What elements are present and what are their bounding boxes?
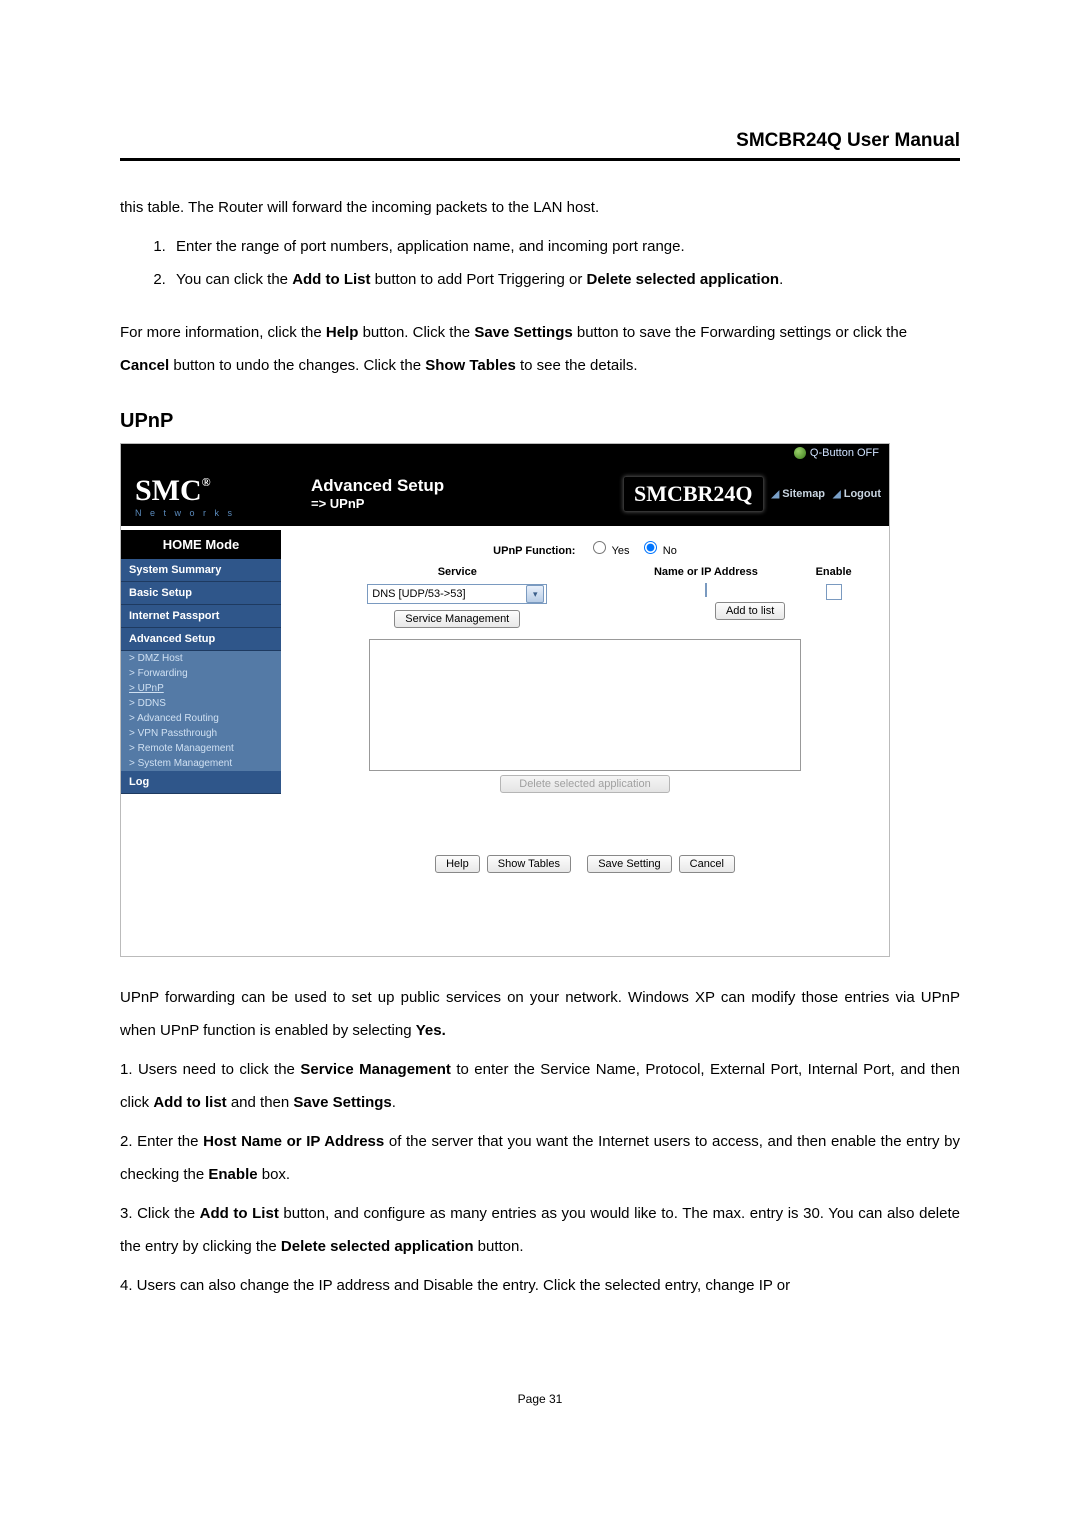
service-management-button[interactable]: Service Management: [394, 610, 520, 628]
service-table: Service Name or IP Address Enable DNS [U…: [301, 563, 869, 633]
intro-line: this table. The Router will forward the …: [120, 191, 960, 224]
arrow-icon: ◢: [833, 489, 841, 500]
help-button[interactable]: Help: [435, 855, 480, 873]
arrow-icon: ◢: [772, 489, 780, 500]
followup-paragraph: For more information, click the Help but…: [120, 316, 960, 382]
qbutton-row: Q-Button OFF: [121, 444, 889, 462]
model-badge: SMCBR24Q: [623, 476, 764, 512]
th-service: Service: [301, 563, 614, 581]
sidebar-sub-upnp[interactable]: > UPnP: [121, 681, 281, 696]
save-setting-button[interactable]: Save Setting: [587, 855, 671, 873]
radio-no-input[interactable]: [644, 541, 657, 554]
breadcrumb: => UPnP: [311, 496, 444, 511]
upnp-description: UPnP forwarding can be used to set up pu…: [120, 981, 960, 1302]
manual-title: SMCBR24Q User Manual: [120, 130, 960, 161]
step-2: You can click the Add to List button to …: [170, 263, 960, 296]
radio-yes[interactable]: Yes: [588, 545, 630, 557]
bottom-buttons: Help Show Tables Save Setting Cancel: [301, 853, 869, 875]
sidebar-sub-system-management[interactable]: > System Management: [121, 756, 281, 771]
router-screenshot: Q-Button OFF SMC® N e t w o r k s Advanc…: [120, 443, 890, 957]
title-cell: Advanced Setup => UPnP SMCBR24Q ◢Sitemap…: [281, 462, 889, 526]
sidebar-sub-vpn-passthrough[interactable]: > VPN Passthrough: [121, 726, 281, 741]
radio-no[interactable]: No: [639, 545, 677, 557]
sidebar-item-system-summary[interactable]: System Summary: [121, 559, 281, 582]
show-tables-button[interactable]: Show Tables: [487, 855, 571, 873]
sidebar-sub-advanced-routing[interactable]: > Advanced Routing: [121, 711, 281, 726]
sidebar-sub-forwarding[interactable]: > Forwarding: [121, 666, 281, 681]
router-body: HOME Mode System Summary Basic Setup Int…: [121, 526, 889, 956]
service-select-value: DNS [UDP/53->53]: [372, 588, 465, 600]
delete-selected-button[interactable]: Delete selected application: [500, 775, 669, 793]
brand-logo: SMC®: [135, 476, 271, 506]
brand-subtext: N e t w o r k s: [135, 508, 271, 518]
sidebar-sub-dmz[interactable]: > DMZ Host: [121, 651, 281, 666]
radio-yes-input[interactable]: [593, 541, 606, 554]
title-left: Advanced Setup => UPnP: [311, 477, 444, 511]
sidebar-item-log[interactable]: Log: [121, 771, 281, 794]
sidebar: HOME Mode System Summary Basic Setup Int…: [121, 526, 281, 956]
router-header: SMC® N e t w o r k s Advanced Setup => U…: [121, 462, 889, 526]
add-to-list-button[interactable]: Add to list: [715, 602, 785, 620]
entries-listbox[interactable]: [369, 639, 801, 771]
qbutton-label[interactable]: Q-Button OFF: [810, 447, 879, 459]
upnp-function-row: UPnP Function: Yes No: [301, 538, 869, 557]
sidebar-home-mode[interactable]: HOME Mode: [121, 530, 281, 559]
upnp-p5: 4. Users can also change the IP address …: [120, 1269, 960, 1302]
th-name-ip: Name or IP Address: [614, 563, 799, 581]
logout-link[interactable]: ◢Logout: [833, 488, 881, 500]
sitemap-link[interactable]: ◢Sitemap: [772, 488, 826, 500]
name-ip-input[interactable]: [705, 583, 707, 597]
router-main: UPnP Function: Yes No Service Name or IP…: [281, 526, 889, 956]
page-footer: Page 31: [120, 1392, 960, 1406]
step-1: Enter the range of port numbers, applica…: [170, 230, 960, 263]
intro-block: this table. The Router will forward the …: [120, 191, 960, 382]
enable-checkbox[interactable]: [826, 584, 842, 600]
section-heading-upnp: UPnP: [120, 410, 960, 433]
logo-cell: SMC® N e t w o r k s: [121, 462, 281, 526]
upnp-p4: 3. Click the Add to List button, and con…: [120, 1197, 960, 1263]
sidebar-sub-ddns[interactable]: > DDNS: [121, 696, 281, 711]
cancel-button[interactable]: Cancel: [679, 855, 735, 873]
upnp-function-label: UPnP Function:: [493, 545, 575, 557]
service-select[interactable]: DNS [UDP/53->53] ▾: [367, 584, 547, 604]
chevron-down-icon: ▾: [526, 585, 544, 603]
title-right: SMCBR24Q ◢Sitemap ◢Logout: [623, 476, 881, 512]
sidebar-item-internet-passport[interactable]: Internet Passport: [121, 605, 281, 628]
sidebar-sub-remote-management[interactable]: > Remote Management: [121, 741, 281, 756]
sidebar-item-basic-setup[interactable]: Basic Setup: [121, 582, 281, 605]
th-enable: Enable: [798, 563, 869, 581]
setup-title: Advanced Setup: [311, 477, 444, 496]
upnp-p1: UPnP forwarding can be used to set up pu…: [120, 981, 960, 1047]
upnp-p3: 2. Enter the Host Name or IP Address of …: [120, 1125, 960, 1191]
step-list: Enter the range of port numbers, applica…: [120, 230, 960, 296]
qbutton-icon: [794, 447, 806, 459]
sidebar-item-advanced-setup[interactable]: Advanced Setup: [121, 628, 281, 651]
upnp-p2: 1. Users need to click the Service Manag…: [120, 1053, 960, 1119]
